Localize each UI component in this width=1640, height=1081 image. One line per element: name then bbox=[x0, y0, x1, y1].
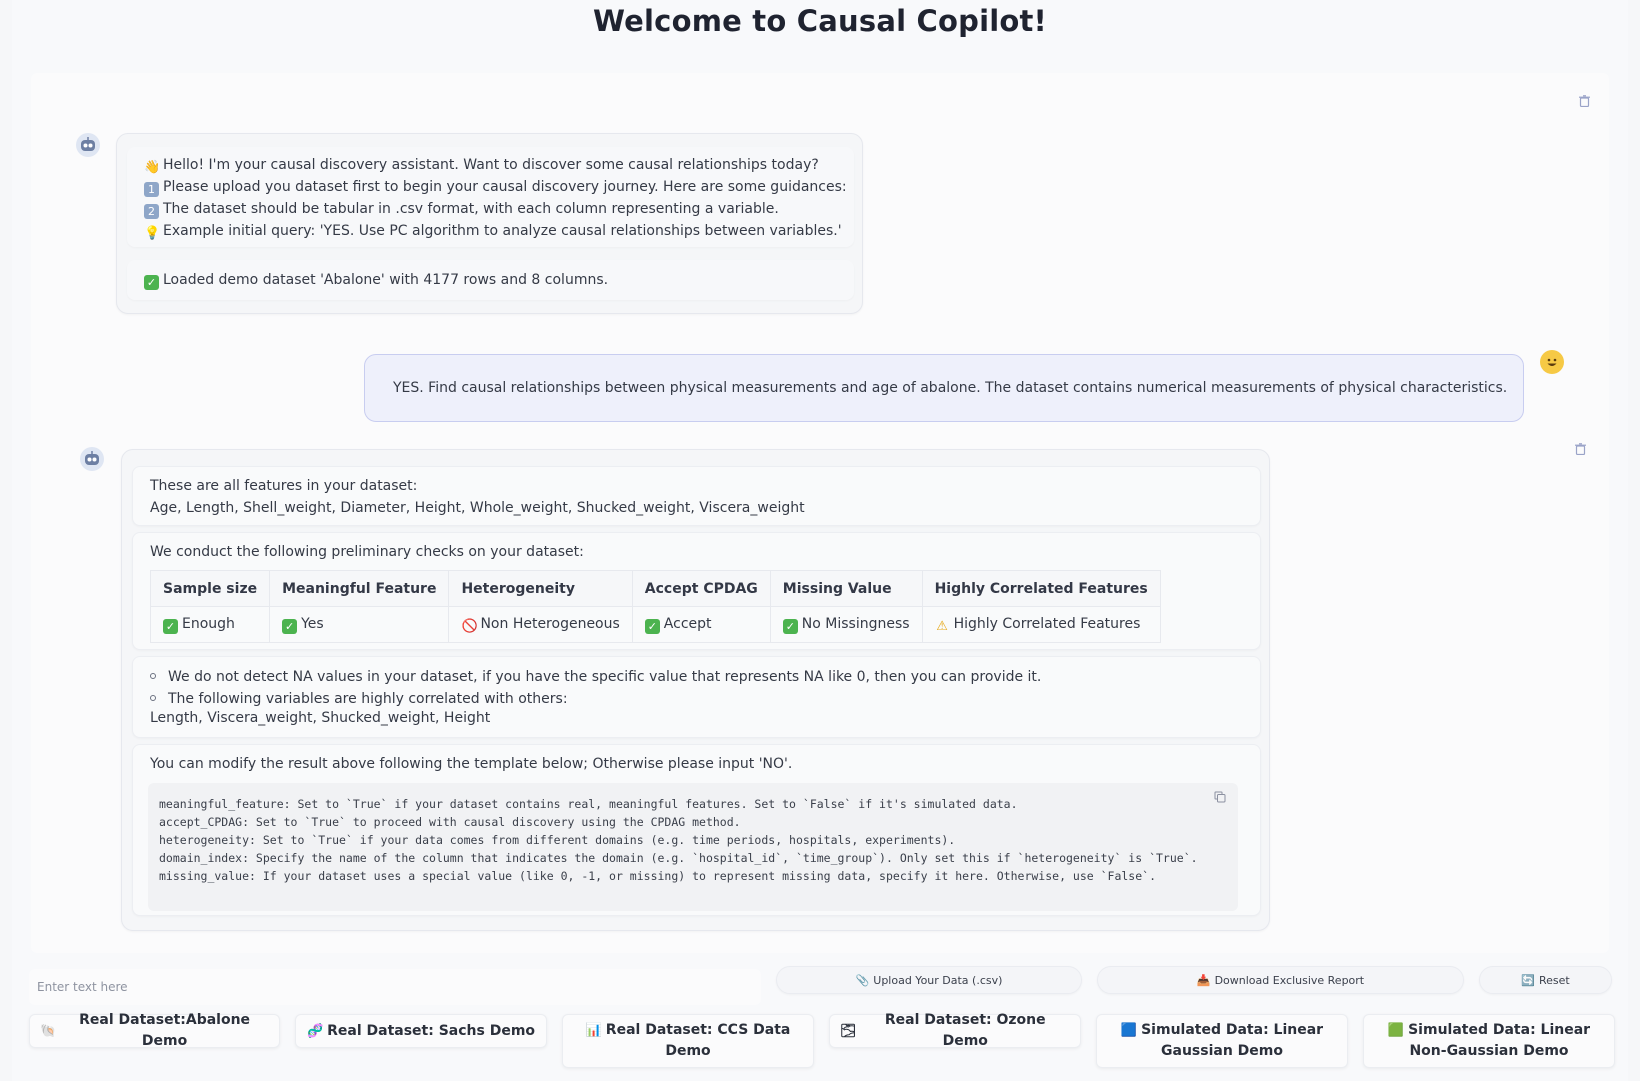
delete-message-icon[interactable] bbox=[1576, 93, 1592, 109]
notes-card: We do not detect NA values in your datas… bbox=[132, 656, 1261, 738]
table-cell: ✓ No Missingness bbox=[769, 606, 923, 643]
correlated-variables-list: Length, Viscera_weight, Shucked_weight, … bbox=[150, 710, 491, 726]
greeting-line: 👋 Hello! I'm your causal discovery assist… bbox=[144, 157, 819, 175]
table-cell: ⚠ Highly Correlated Features bbox=[921, 606, 1161, 643]
paperclip-icon: 📎 bbox=[855, 973, 870, 987]
loaded-dataset-status: ✓ Loaded demo dataset 'Abalone' with 4177… bbox=[144, 269, 608, 291]
checks-intro: We conduct the following preliminary che… bbox=[150, 544, 584, 560]
note-item: We do not detect NA values in your datas… bbox=[150, 665, 1041, 689]
number-one-icon: 1 bbox=[144, 182, 159, 197]
demo-button-linear-gaussian[interactable]: 🟦 Simulated Data: Linear Gaussian Demo bbox=[1096, 1014, 1348, 1068]
table-header-row: Sample size Meaningful Feature Heterogen… bbox=[149, 570, 1161, 607]
code-block: meaningful_feature: Set to `True` if you… bbox=[148, 783, 1238, 911]
table-header: Heterogeneity bbox=[448, 570, 633, 607]
bot-avatar bbox=[80, 447, 104, 471]
table-cell: ✓ Yes bbox=[269, 606, 450, 643]
green-square-icon: 🟩 bbox=[1387, 1023, 1405, 1038]
demo-button-linear-non-gaussian[interactable]: 🟩 Simulated Data: Linear Non-Gaussian Dem… bbox=[1363, 1014, 1615, 1068]
guidance-line: 1 Please upload you dataset first to begi… bbox=[144, 176, 847, 198]
code-line: meaningful_feature: Set to `True` if you… bbox=[159, 797, 1018, 811]
blue-square-icon: 🟦 bbox=[1120, 1023, 1138, 1038]
dna-icon: 🧬 bbox=[306, 1023, 324, 1039]
check-icon: ✓ bbox=[163, 618, 178, 634]
table-header: Meaningful Feature bbox=[269, 570, 450, 607]
code-line: missing_value: If your dataset uses a sp… bbox=[159, 869, 1156, 883]
check-icon: ✓ bbox=[644, 618, 660, 634]
template-intro: You can modify the result above followin… bbox=[150, 756, 793, 772]
guidance-line: 2 The dataset should be tabular in .csv f… bbox=[144, 198, 847, 220]
user-message-text: YES. Find causal relationships between p… bbox=[393, 380, 1508, 396]
bar-chart-icon: 📊 bbox=[585, 1023, 602, 1038]
reset-button[interactable]: 🔄 Reset bbox=[1479, 966, 1612, 994]
table-cell: ✓ Accept bbox=[631, 606, 771, 643]
code-line: domain_index: Specify the name of the co… bbox=[159, 851, 1198, 865]
reset-icon: 🔄 bbox=[1521, 973, 1535, 987]
waving-hand-icon: 👋 bbox=[144, 160, 161, 175]
features-list: Age, Length, Shell_weight, Diameter, Hei… bbox=[150, 500, 805, 516]
copy-icon[interactable] bbox=[1214, 791, 1228, 805]
features-intro: These are all features in your dataset: bbox=[150, 478, 418, 494]
demo-button-abalone[interactable]: 🐚 Real Dataset:Abalone Demo bbox=[29, 1012, 280, 1049]
note-item: The following variables are highly corre… bbox=[150, 689, 1041, 709]
check-icon: ✓ bbox=[144, 275, 159, 290]
chat-input[interactable] bbox=[29, 969, 761, 1005]
table-cell: ✓ Enough bbox=[149, 606, 271, 643]
lightbulb-icon: 💡 bbox=[144, 226, 161, 241]
bullet-icon bbox=[150, 695, 156, 701]
demo-button-ccs[interactable]: 📊 Real Dataset: CCS Data Demo bbox=[562, 1014, 814, 1068]
table-row: ✓ Enough ✓ Yes 🚫 Non Heterogeneous ✓ Accept … bbox=[149, 606, 1161, 643]
example-query-line: 💡 Example initial query: 'YES. Use PC alg… bbox=[144, 223, 842, 241]
fog-icon: 🌫 bbox=[840, 1023, 857, 1039]
demo-button-ozone[interactable]: 🌫 Real Dataset: Ozone Demo bbox=[829, 1012, 1081, 1049]
user-message: YES. Find causal relationships between p… bbox=[364, 354, 1524, 422]
loaded-status-card: ✓ Loaded demo dataset 'Abalone' with 4177… bbox=[127, 260, 854, 300]
checks-table: Sample size Meaningful Feature Heterogen… bbox=[149, 570, 1161, 643]
checks-card: We conduct the following preliminary che… bbox=[132, 532, 1261, 650]
table-header: Sample size bbox=[149, 570, 271, 607]
prohibited-icon: 🚫 bbox=[461, 618, 478, 634]
message-text-card: 👋 Hello! I'm your causal discovery assist… bbox=[127, 147, 854, 247]
delete-message-icon[interactable] bbox=[1572, 441, 1588, 457]
check-icon: ✓ bbox=[282, 618, 298, 634]
shell-icon: 🐚 bbox=[40, 1023, 57, 1039]
check-icon: ✓ bbox=[782, 618, 798, 634]
demo-button-sachs[interactable]: 🧬 Real Dataset: Sachs Demo bbox=[295, 1014, 547, 1048]
table-header: Highly Correlated Features bbox=[921, 570, 1161, 607]
download-report-button[interactable]: 📥 Download Exclusive Report bbox=[1097, 966, 1464, 994]
number-two-icon: 2 bbox=[144, 204, 159, 219]
page-title: Welcome to Causal Copilot! bbox=[593, 4, 1047, 38]
table-header: Accept CPDAG bbox=[631, 570, 771, 607]
bot-avatar bbox=[76, 133, 100, 157]
features-card: These are all features in your dataset: … bbox=[132, 466, 1261, 526]
table-header: Missing Value bbox=[769, 570, 923, 607]
bot-message: 👋 Hello! I'm your causal discovery assist… bbox=[116, 133, 863, 314]
warning-icon: ⚠ bbox=[936, 618, 948, 634]
user-avatar bbox=[1540, 350, 1564, 374]
table-cell: 🚫 Non Heterogeneous bbox=[448, 606, 633, 643]
bullet-icon bbox=[150, 673, 156, 679]
code-line: accept_CPDAG: Set to `True` to proceed w… bbox=[159, 815, 741, 829]
download-icon: 📥 bbox=[1196, 973, 1211, 987]
code-line: heterogeneity: Set to `True` if your dat… bbox=[159, 833, 956, 847]
upload-data-button[interactable]: 📎 Upload Your Data (.csv) bbox=[776, 966, 1082, 994]
